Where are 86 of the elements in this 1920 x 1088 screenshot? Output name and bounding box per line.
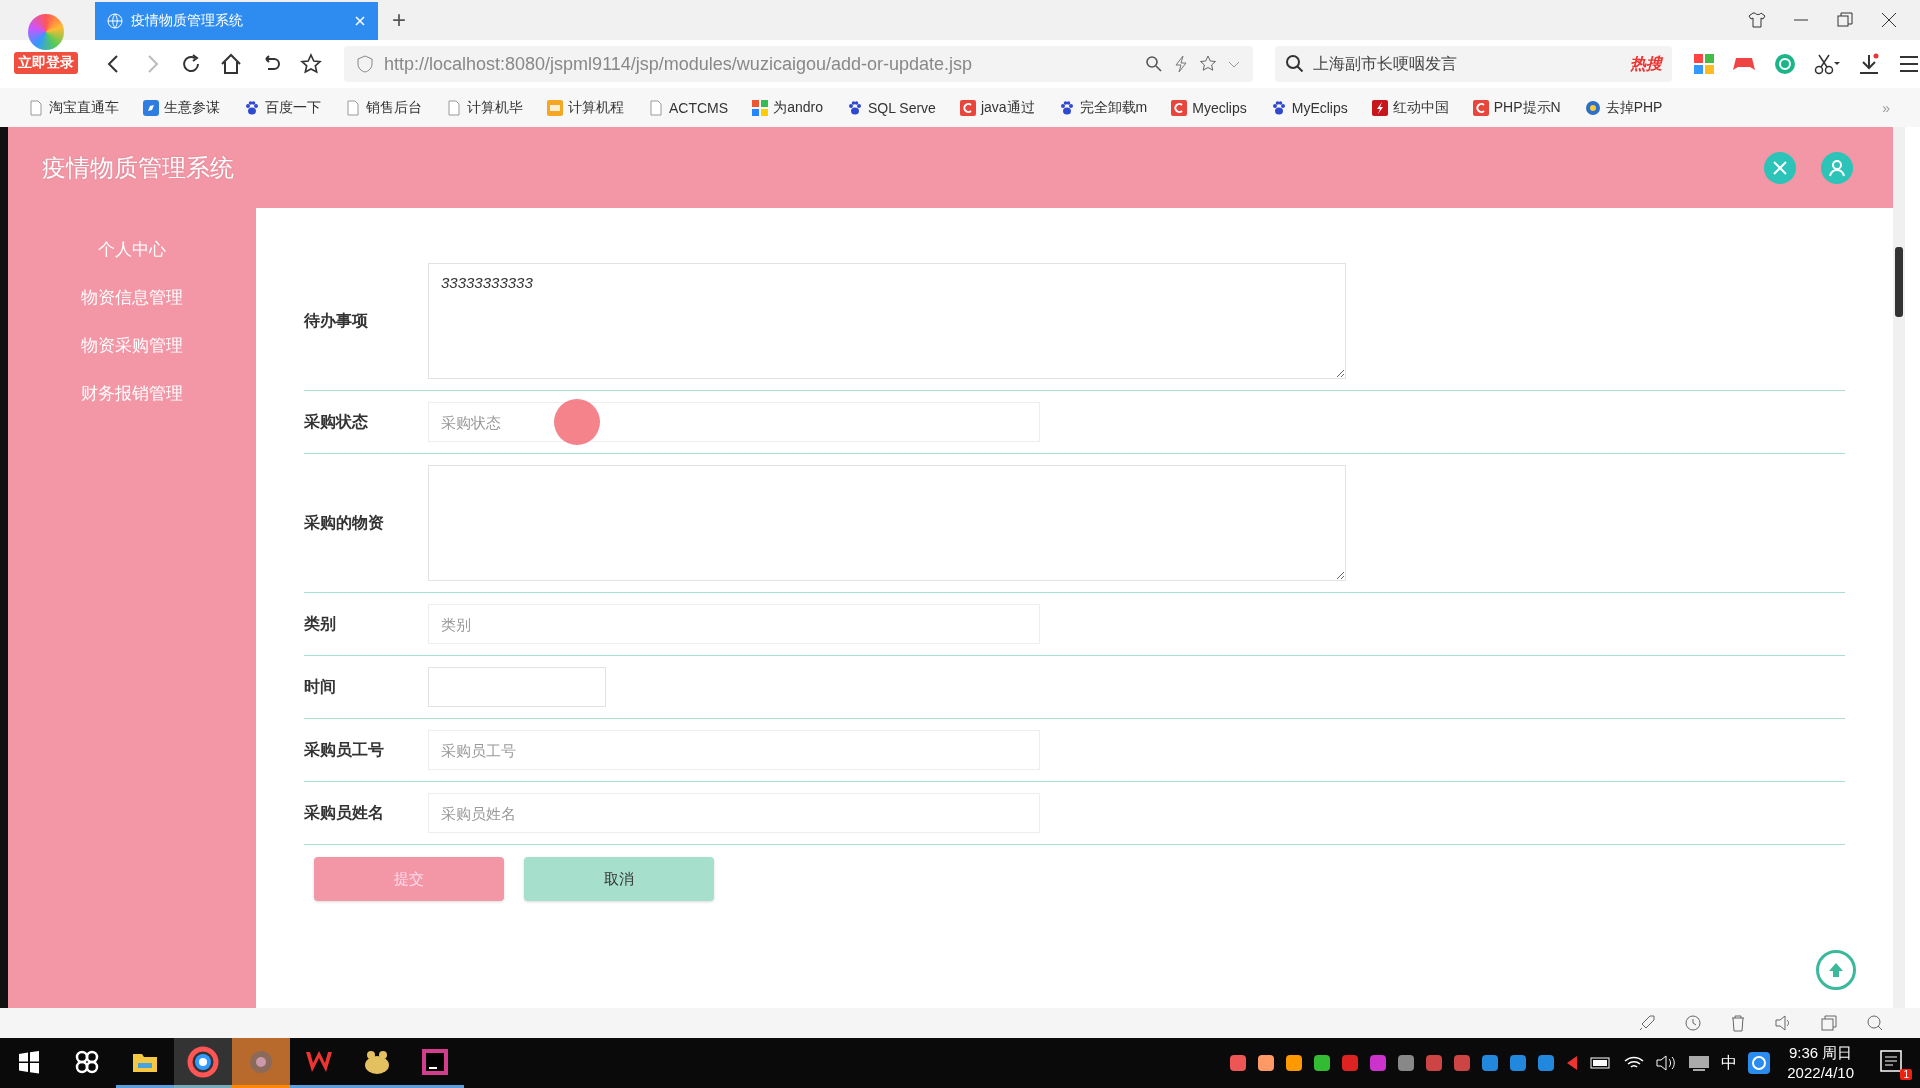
input-method-indicator[interactable]: 中 xyxy=(1721,1052,1738,1074)
field-label: 采购员姓名 xyxy=(304,802,385,823)
paw-icon xyxy=(1270,99,1287,116)
c-logo-icon xyxy=(959,99,976,116)
download-icon[interactable] xyxy=(1858,53,1880,75)
bookmark-link[interactable]: 淘宝直通车 xyxy=(28,98,119,117)
page-icon xyxy=(28,99,44,116)
notification-icon[interactable] xyxy=(1878,1048,1904,1074)
page-icon xyxy=(446,99,462,116)
c-logo-icon xyxy=(1472,99,1489,116)
scissors-icon[interactable] xyxy=(1814,53,1840,75)
bookmark-link[interactable]: java通过 xyxy=(959,98,1035,117)
date-input[interactable] xyxy=(428,667,606,707)
text-input[interactable]: 采购状态 xyxy=(428,402,1040,442)
reload-icon[interactable] xyxy=(180,53,202,75)
lightning-icon[interactable] xyxy=(1173,55,1190,73)
search-icon xyxy=(1285,54,1306,74)
window-icon[interactable] xyxy=(1820,1014,1838,1032)
cancel-button[interactable]: 取消 xyxy=(524,857,714,901)
refresh-circle-icon[interactable] xyxy=(1774,53,1796,75)
scrollbar-thumb[interactable] xyxy=(1895,247,1903,317)
home-icon[interactable] xyxy=(220,53,242,75)
colorful-browser-icon[interactable] xyxy=(187,1045,219,1078)
search-icon[interactable] xyxy=(1866,1014,1884,1032)
shirt-icon[interactable] xyxy=(1748,11,1766,29)
bookmark-link[interactable]: 计算机程 xyxy=(547,98,624,117)
taskbar-clock[interactable]: 9:36 周日 2022/4/10 xyxy=(1787,1043,1854,1083)
text-input[interactable]: 采购员工号 xyxy=(428,730,1040,770)
bookmark-link[interactable]: 红动中国 xyxy=(1371,98,1449,117)
field-label: 类别 xyxy=(304,613,337,634)
windows-logo-icon xyxy=(752,99,769,116)
bookmark-link[interactable]: PHP提示N xyxy=(1472,98,1561,117)
bookmark-link[interactable]: ACTCMS xyxy=(648,99,729,116)
arrow-up-icon xyxy=(1827,961,1845,979)
clock-date: 2022/4/10 xyxy=(1787,1063,1854,1083)
menu-icon[interactable] xyxy=(1898,54,1920,74)
field-label: 采购员工号 xyxy=(304,739,385,760)
browser-logo-icon[interactable] xyxy=(28,14,64,50)
c-logo-icon xyxy=(1171,99,1188,116)
monitor-icon[interactable] xyxy=(1687,1054,1712,1072)
letters-badge-icon xyxy=(547,99,563,116)
text-input[interactable]: 采购员姓名 xyxy=(428,793,1040,833)
trash-icon[interactable] xyxy=(1730,1014,1746,1032)
circle-logo-icon xyxy=(1584,99,1601,116)
bookmark-link[interactable]: MyEclips xyxy=(1270,99,1348,116)
bookmark-link[interactable]: Myeclips xyxy=(1171,99,1247,116)
compass-icon xyxy=(143,99,159,116)
shield-icon xyxy=(356,55,374,73)
app-grid-icon[interactable] xyxy=(1694,54,1714,74)
notification-count: 1 xyxy=(1900,1069,1912,1080)
text-area[interactable]: 33333333333 xyxy=(428,263,1346,379)
paw-icon xyxy=(846,99,863,116)
globe-icon xyxy=(107,13,123,29)
page-icon xyxy=(345,99,361,116)
star-icon[interactable] xyxy=(300,53,322,75)
field-label: 采购的物资 xyxy=(304,512,385,533)
field-label: 待办事项 xyxy=(304,310,369,331)
search-field[interactable]: 上海副市长哽咽发言 热搜 xyxy=(1275,46,1672,82)
restore-icon[interactable] xyxy=(1836,11,1854,29)
paw-icon xyxy=(244,99,260,116)
bookmark-link[interactable]: 去掉PHP xyxy=(1584,98,1663,117)
app-title: 疫情物质管理系统 xyxy=(42,152,234,183)
close-icon[interactable] xyxy=(1880,11,1898,29)
new-tab-button[interactable]: + xyxy=(392,6,406,34)
flash-logo-icon xyxy=(1371,99,1388,116)
chat-app-icon[interactable] xyxy=(1747,1051,1772,1075)
bookmark-link[interactable]: SQL Serve xyxy=(846,99,936,116)
field-label: 时间 xyxy=(304,676,337,697)
star-icon[interactable] xyxy=(1199,55,1218,73)
bookmark-link[interactable]: 完全卸载m xyxy=(1058,98,1148,117)
flag-icon[interactable] xyxy=(1565,1054,1580,1072)
field-label: 采购状态 xyxy=(304,411,369,432)
bookmark-link[interactable]: 为andro xyxy=(752,98,823,117)
page-icon xyxy=(648,99,664,116)
search-icon[interactable] xyxy=(1145,55,1164,73)
paw-icon xyxy=(1058,99,1075,116)
text-input[interactable]: 类别 xyxy=(428,604,1040,644)
bookmark-link[interactable]: 生意参谋 xyxy=(143,98,220,117)
speaker-icon[interactable] xyxy=(1774,1014,1792,1032)
cursor-highlight-icon xyxy=(554,399,600,445)
bookmark-link[interactable]: 计算机毕 xyxy=(446,98,523,117)
volume-icon[interactable] xyxy=(1655,1054,1678,1072)
login-badge[interactable]: 立即登录 xyxy=(14,52,78,74)
clock-time: 9:36 周日 xyxy=(1788,1043,1853,1063)
bookmark-link[interactable]: 百度一下 xyxy=(244,98,321,117)
bookmark-link[interactable]: 销售后台 xyxy=(345,98,422,117)
